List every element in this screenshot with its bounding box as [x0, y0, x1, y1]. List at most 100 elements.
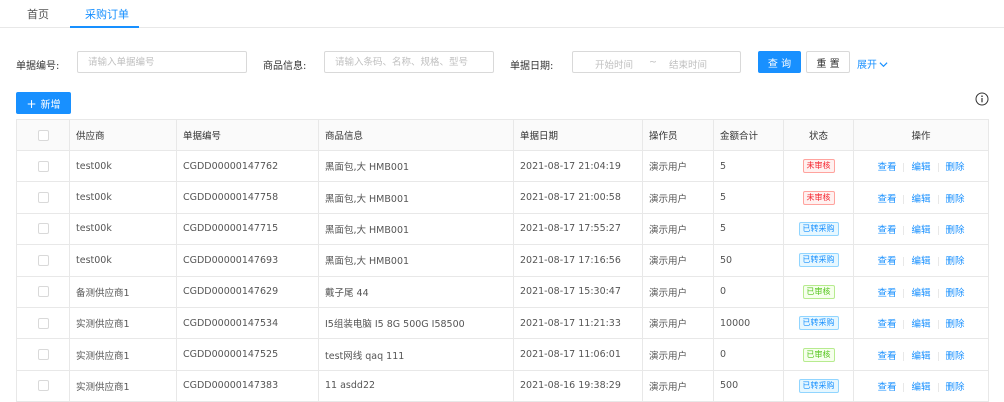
date-cell: 2021-08-17 21:00:58 — [513, 181, 643, 214]
view-link[interactable]: 查看 — [877, 256, 896, 267]
col-status: 状态 — [783, 119, 854, 151]
tab-home[interactable]: 首页 — [27, 6, 49, 22]
date-cell: 2021-08-17 17:16:56 — [513, 244, 643, 277]
date-cell: 2021-08-17 15:30:47 — [513, 276, 643, 308]
delete-link[interactable]: 删除 — [946, 351, 965, 362]
supplier-cell: test00k — [69, 213, 177, 246]
date-range-picker[interactable]: 开始时间 ~ 结束时间 — [572, 51, 741, 73]
supplier-cell: test00k — [69, 150, 177, 183]
query-button[interactable]: 查 询 — [758, 51, 801, 73]
action-divider — [903, 163, 905, 173]
row-checkbox[interactable] — [37, 223, 49, 235]
action-divider — [903, 194, 905, 204]
date-start-placeholder: 开始时间 — [595, 60, 634, 71]
edit-link[interactable]: 编辑 — [911, 319, 930, 330]
action-divider — [903, 351, 905, 361]
tab-purchase-order[interactable]: 采购订单 — [85, 6, 129, 22]
row-checkbox[interactable] — [37, 192, 49, 204]
operator-cell: 演示用户 — [642, 150, 714, 183]
info-circle-icon[interactable] — [975, 92, 989, 106]
edit-link[interactable]: 编辑 — [911, 256, 930, 267]
action-divider — [903, 257, 905, 267]
bill-no-cell: CGDD00000147629 — [176, 276, 319, 308]
action-divider — [903, 225, 905, 235]
goods-cell: 黑面包,大 HMB001 — [318, 150, 514, 183]
bill-no-cell: CGDD00000147693 — [176, 244, 319, 277]
date-cell: 2021-08-17 21:04:19 — [513, 150, 643, 183]
col-goods: 商品信息 — [318, 119, 514, 151]
reset-button[interactable]: 重 置 — [806, 51, 850, 73]
supplier-cell: 备测供应商1 — [69, 276, 177, 308]
edit-link[interactable]: 编辑 — [911, 351, 930, 362]
date-range-separator: ~ — [649, 57, 657, 68]
view-link[interactable]: 查看 — [877, 319, 896, 330]
select-all-checkbox[interactable] — [37, 129, 49, 141]
row-checkbox[interactable] — [37, 380, 49, 392]
active-tab-indicator — [70, 26, 139, 28]
date-cell: 2021-08-17 11:06:01 — [513, 338, 643, 371]
table-row: test00k CGDD00000147758 黑面包,大 HMB001 2021-0… — [16, 181, 989, 214]
status-badge: 已转采购 — [798, 378, 839, 393]
row-checkbox[interactable] — [37, 317, 49, 329]
col-operator: 操作员 — [642, 119, 714, 151]
view-link[interactable]: 查看 — [877, 288, 896, 299]
row-select-cell — [16, 338, 70, 371]
delete-link[interactable]: 删除 — [946, 382, 965, 393]
bill-no-cell: CGDD00000147525 — [176, 338, 319, 371]
row-checkbox[interactable] — [37, 254, 49, 266]
view-link[interactable]: 查看 — [877, 194, 896, 205]
amount-cell: 10000 — [713, 307, 784, 340]
view-link[interactable]: 查看 — [877, 351, 896, 362]
supplier-cell: test00k — [69, 244, 177, 277]
actions-cell: 查看 编辑 删除 — [853, 307, 989, 340]
row-checkbox[interactable] — [37, 286, 49, 298]
operator-cell: 演示用户 — [642, 338, 714, 371]
delete-link[interactable]: 删除 — [946, 319, 965, 330]
action-divider — [937, 225, 939, 235]
action-divider — [937, 257, 939, 267]
expand-link[interactable]: 展开 — [857, 56, 888, 71]
row-checkbox[interactable] — [37, 349, 49, 361]
delete-link[interactable]: 删除 — [946, 194, 965, 205]
action-divider — [937, 288, 939, 298]
action-divider — [903, 288, 905, 298]
actions-cell: 查看 编辑 删除 — [853, 244, 989, 277]
add-order-button[interactable]: + 新增 — [16, 92, 71, 114]
status-badge: 已转采购 — [798, 253, 839, 268]
edit-link[interactable]: 编辑 — [911, 194, 930, 205]
goods-cell: 戴子尾 44 — [318, 276, 514, 308]
edit-link[interactable]: 编辑 — [911, 288, 930, 299]
view-link[interactable]: 查看 — [877, 382, 896, 393]
status-cell: 已转采购 — [783, 370, 854, 402]
status-cell: 已审核 — [783, 276, 854, 308]
date-cell: 2021-08-17 11:21:33 — [513, 307, 643, 340]
amount-cell: 5 — [713, 213, 784, 246]
status-badge: 未审核 — [802, 159, 835, 174]
view-link[interactable]: 查看 — [877, 225, 896, 236]
actions-cell: 查看 编辑 删除 — [853, 370, 989, 402]
select-all-cell — [16, 119, 70, 151]
amount-cell: 0 — [713, 276, 784, 308]
goods-cell: 11 asdd22 — [318, 370, 514, 402]
delete-link[interactable]: 删除 — [946, 256, 965, 267]
operator-cell: 演示用户 — [642, 276, 714, 308]
action-divider — [937, 163, 939, 173]
actions-cell: 查看 编辑 删除 — [853, 150, 989, 183]
goods-cell: 黑面包,大 HMB001 — [318, 181, 514, 214]
goods-input[interactable] — [324, 51, 494, 73]
bill-no-input[interactable] — [77, 51, 247, 73]
row-select-cell — [16, 244, 70, 277]
actions-cell: 查看 编辑 删除 — [853, 181, 989, 214]
view-link[interactable]: 查看 — [877, 162, 896, 173]
edit-link[interactable]: 编辑 — [911, 162, 930, 173]
goods-cell: test网线 qaq 111 — [318, 338, 514, 371]
add-order-label: 新增 — [40, 99, 61, 111]
tab-bar: 首页 采购订单 — [0, 0, 1004, 28]
delete-link[interactable]: 删除 — [946, 288, 965, 299]
delete-link[interactable]: 删除 — [946, 162, 965, 173]
delete-link[interactable]: 删除 — [946, 225, 965, 236]
row-checkbox[interactable] — [37, 160, 49, 172]
edit-link[interactable]: 编辑 — [911, 382, 930, 393]
search-form: 单据编号: 商品信息: 单据日期: 开始时间 ~ 结束时间 查 询 重 置 展开 — [0, 51, 1004, 75]
edit-link[interactable]: 编辑 — [911, 225, 930, 236]
